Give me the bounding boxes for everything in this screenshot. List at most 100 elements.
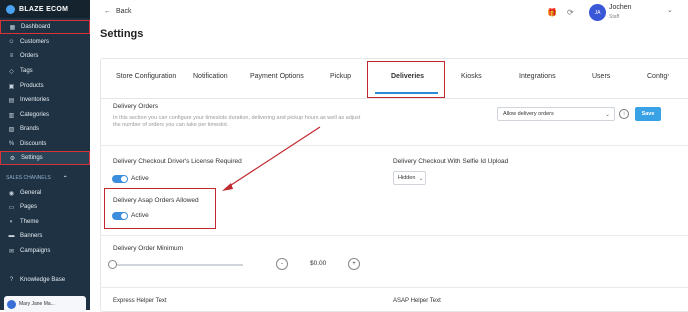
tab-integrations[interactable]: Integrations bbox=[519, 73, 556, 80]
sidebar-item-label: Dashboard bbox=[21, 24, 51, 30]
brand-logo[interactable]: BLAZE ECOM bbox=[0, 0, 90, 18]
tag-icon: ◇ bbox=[9, 68, 14, 75]
sidebar-item-banners[interactable]: ▬ Banners bbox=[0, 229, 90, 243]
sidebar-item-label: Settings bbox=[21, 155, 43, 161]
decrement-button[interactable]: - bbox=[276, 258, 288, 270]
user-avatar[interactable]: JA bbox=[589, 4, 606, 21]
divider bbox=[100, 287, 688, 288]
sidebar-item-categories[interactable]: ▥ Categories bbox=[0, 108, 90, 122]
delivery-orders-description: In this section you can configure your t… bbox=[113, 115, 360, 129]
gear-icon: ⚙ bbox=[9, 155, 16, 162]
sidebar-item-label: Knowledge Base bbox=[20, 277, 66, 283]
users-icon: ☺ bbox=[8, 39, 15, 45]
products-icon: ▣ bbox=[8, 83, 15, 90]
license-required-state: Active bbox=[131, 175, 149, 182]
general-icon: ◉ bbox=[8, 190, 15, 197]
sidebar-item-label: Products bbox=[20, 83, 44, 89]
chevron-right-icon[interactable]: › bbox=[667, 72, 669, 79]
tab-payment-options[interactable]: Payment Options bbox=[250, 73, 304, 80]
info-icon[interactable]: i bbox=[619, 109, 629, 119]
selfie-upload-select[interactable]: Hidden ⌄ bbox=[393, 171, 426, 185]
sidebar-item-label: Campaigns bbox=[20, 248, 51, 254]
order-minimum-slider[interactable] bbox=[110, 264, 243, 266]
sidebar-item-products[interactable]: ▣ Products bbox=[0, 79, 90, 93]
divider bbox=[100, 98, 688, 99]
avatar bbox=[7, 299, 16, 309]
chevron-down-icon: ⌄ bbox=[604, 111, 610, 118]
sidebar-item-orders[interactable]: ≡ Orders bbox=[0, 49, 90, 63]
question-icon: ? bbox=[9, 277, 14, 283]
sidebar-item-label: Customers bbox=[20, 39, 50, 45]
sidebar-item-inventories[interactable]: ▤ Inventories bbox=[0, 93, 90, 107]
save-button[interactable]: Save bbox=[635, 107, 661, 121]
theme-icon: ◐ bbox=[9, 219, 14, 225]
chevron-down-icon[interactable]: ⌄ bbox=[667, 6, 673, 14]
inventory-icon: ▤ bbox=[8, 97, 15, 104]
dashboard-icon: ▦ bbox=[9, 24, 16, 31]
sidebar-item-label: Pages bbox=[20, 204, 38, 210]
chevron-down-icon: ⌄ bbox=[418, 175, 424, 182]
order-minimum-title: Delivery Order Minimum bbox=[113, 245, 184, 252]
categories-icon: ▥ bbox=[8, 112, 15, 119]
tab-configs[interactable]: Configs bbox=[647, 73, 667, 80]
annotation-box-asap bbox=[104, 188, 216, 229]
slider-handle[interactable] bbox=[108, 260, 117, 269]
sidebar: BLAZE ECOM ▦ Dashboard ☺ Customers ≡ Orders ◇ T… bbox=[0, 0, 90, 312]
sidebar-item-discounts[interactable]: % Discounts bbox=[0, 137, 90, 151]
back-button[interactable]: ← Back bbox=[104, 8, 132, 15]
license-required-toggle[interactable] bbox=[112, 175, 128, 183]
sidebar-item-label: General bbox=[20, 190, 42, 196]
banners-icon: ▬ bbox=[8, 233, 15, 239]
asap-helper-label: ASAP Helper Text bbox=[393, 298, 441, 304]
tab-pickup[interactable]: Pickup bbox=[330, 73, 351, 80]
sidebar-item-pages[interactable]: ▭ Pages bbox=[0, 200, 90, 214]
sales-channels-header[interactable]: SALES CHANNELS ⌃ bbox=[0, 172, 90, 184]
selfie-upload-title: Delivery Checkout With Selfie Id Upload bbox=[393, 158, 509, 165]
sidebar-item-campaigns[interactable]: ✉ Campaigns bbox=[0, 244, 90, 258]
annotation-box-deliveries bbox=[367, 61, 445, 98]
sidebar-item-label: Tags bbox=[20, 68, 33, 74]
sidebar-item-label: Orders bbox=[20, 53, 39, 59]
discounts-icon: % bbox=[8, 141, 15, 147]
select-value: Hidden bbox=[398, 175, 416, 181]
delivery-orders-select[interactable]: Allow delivery orders ⌄ bbox=[497, 107, 615, 121]
description-line-2: the number of orders you can take per ti… bbox=[113, 122, 229, 128]
sales-channels-label: SALES CHANNELS bbox=[6, 175, 51, 181]
divider bbox=[100, 235, 688, 236]
sidebar-item-dashboard[interactable]: ▦ Dashboard bbox=[0, 20, 90, 34]
sidebar-item-label: Brands bbox=[20, 126, 40, 132]
pages-icon: ▭ bbox=[8, 204, 15, 211]
express-helper-label: Express Helper Text bbox=[113, 298, 167, 304]
tab-kiosks[interactable]: Kiosks bbox=[461, 73, 482, 80]
arrow-left-icon: ← bbox=[104, 8, 111, 15]
refresh-icon[interactable]: ⟳ bbox=[567, 8, 574, 17]
gift-icon[interactable]: 🎁 bbox=[547, 8, 557, 17]
sidebar-item-customers[interactable]: ☺ Customers bbox=[0, 35, 90, 49]
delivery-orders-title: Delivery Orders bbox=[113, 103, 159, 110]
user-role: Staff bbox=[609, 14, 620, 20]
orders-icon: ≡ bbox=[9, 53, 14, 59]
sidebar-item-label: Categories bbox=[20, 112, 50, 118]
sidebar-item-settings[interactable]: ⚙ Settings bbox=[0, 151, 90, 165]
brand-name: BLAZE ECOM bbox=[19, 5, 69, 13]
sidebar-item-theme[interactable]: ◐ Theme bbox=[0, 215, 90, 229]
order-minimum-amount: $0.00 bbox=[310, 260, 327, 267]
campaigns-icon: ✉ bbox=[8, 248, 15, 255]
increment-button[interactable]: + bbox=[348, 258, 360, 270]
divider bbox=[100, 145, 688, 146]
chevron-up-icon: ⌃ bbox=[62, 175, 68, 182]
tab-store-configuration[interactable]: Store Configuration bbox=[116, 73, 176, 80]
tab-notification[interactable]: Notification bbox=[193, 73, 228, 80]
account-name: Mary Jane Ma... bbox=[19, 301, 55, 307]
back-label: Back bbox=[116, 8, 132, 15]
sidebar-item-brands[interactable]: ▧ Brands bbox=[0, 122, 90, 136]
select-value: Allow delivery orders bbox=[503, 111, 554, 117]
sidebar-item-label: Inventories bbox=[20, 97, 50, 103]
top-actions: 🎁 ⟳ bbox=[547, 8, 574, 17]
tab-users[interactable]: Users bbox=[592, 73, 610, 80]
sidebar-item-general[interactable]: ◉ General bbox=[0, 186, 90, 200]
license-required-title: Delivery Checkout Driver's License Requi… bbox=[113, 158, 242, 165]
sidebar-item-label: Discounts bbox=[20, 141, 47, 147]
sidebar-item-knowledge-base[interactable]: ? Knowledge Base bbox=[0, 273, 90, 287]
sidebar-item-tags[interactable]: ◇ Tags bbox=[0, 64, 90, 78]
